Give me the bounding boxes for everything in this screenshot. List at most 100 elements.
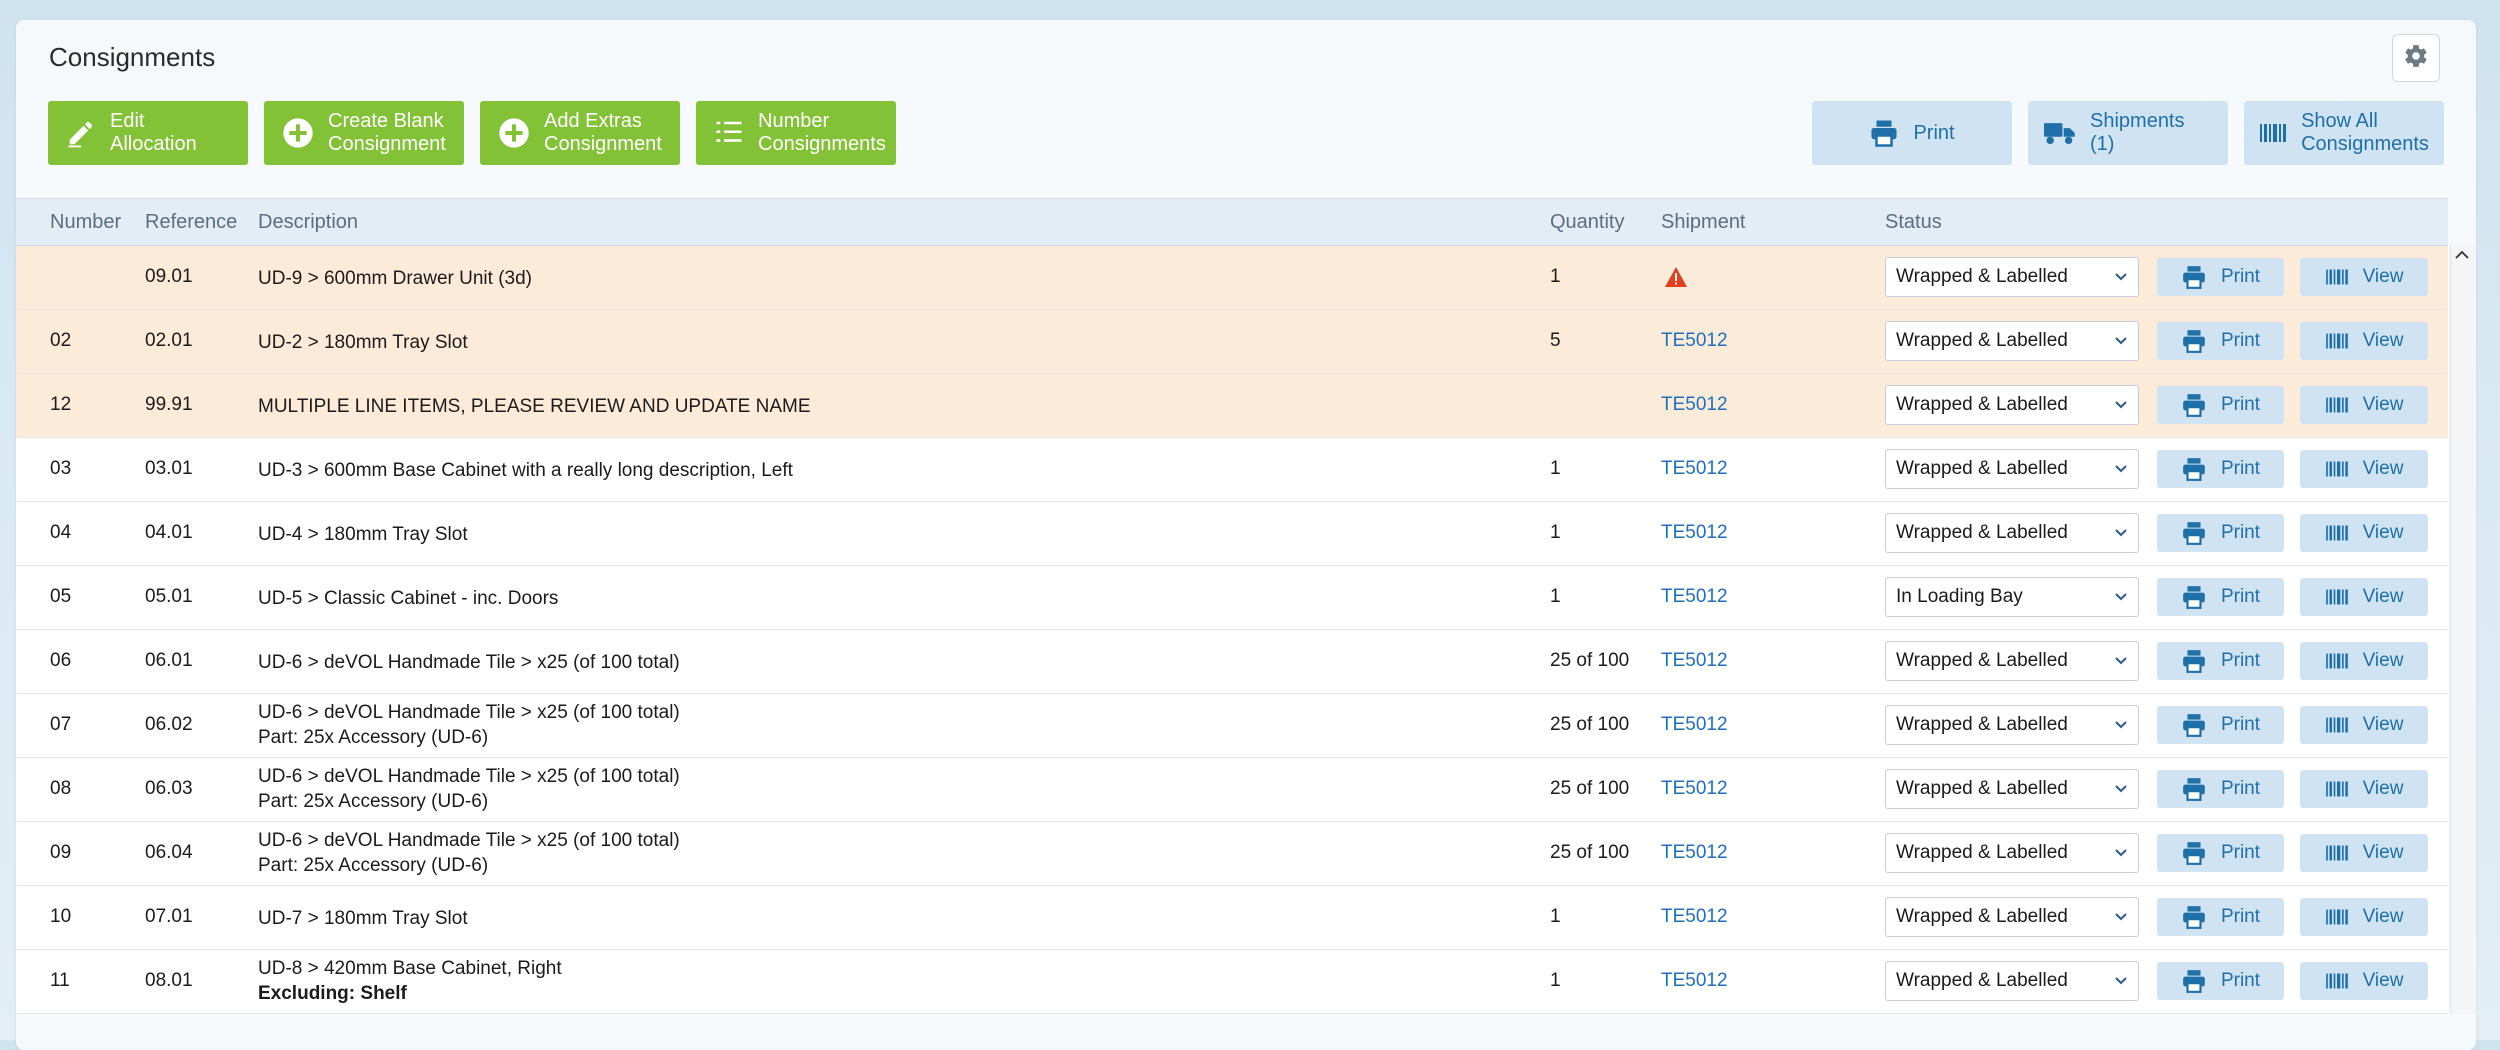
row-shipment-link[interactable]: TE5012 <box>1661 714 1728 736</box>
row-view-button[interactable]: View <box>2300 578 2428 616</box>
row-view-label: View <box>2362 330 2404 351</box>
row-print-button[interactable]: Print <box>2157 706 2284 744</box>
row-view-button[interactable]: View <box>2300 514 2428 552</box>
status-select[interactable]: Wrapped & Labelled <box>1885 769 2139 809</box>
row-print-button[interactable]: Print <box>2157 578 2284 616</box>
scrollbar[interactable] <box>2450 244 2475 1014</box>
chevron-down-icon <box>2114 778 2128 800</box>
row-view-button[interactable]: View <box>2300 386 2428 424</box>
row-view-button[interactable]: View <box>2300 258 2428 296</box>
row-description: UD-3 > 600mm Base Cabinet with a really … <box>258 458 793 483</box>
shipments-button[interactable]: Shipments (1) <box>2028 101 2228 165</box>
row-print-button[interactable]: Print <box>2157 450 2284 488</box>
printer-icon <box>2181 840 2207 866</box>
status-select[interactable]: Wrapped & Labelled <box>1885 449 2139 489</box>
printer-icon <box>2181 456 2207 482</box>
row-print-button[interactable]: Print <box>2157 834 2284 872</box>
row-shipment-link[interactable]: TE5012 <box>1661 330 1728 352</box>
printer-icon <box>1869 118 1899 148</box>
row-view-label: View <box>2362 778 2404 799</box>
row-shipment-link[interactable]: TE5012 <box>1661 458 1728 480</box>
row-view-label: View <box>2362 714 2404 735</box>
row-shipment-link[interactable]: TE5012 <box>1661 906 1728 928</box>
row-description: UD-6 > deVOL Handmade Tile > x25 (of 100… <box>258 700 680 750</box>
barcode-icon <box>2325 907 2349 927</box>
row-print-button[interactable]: Print <box>2157 386 2284 424</box>
status-select[interactable]: Wrapped & Labelled <box>1885 961 2139 1001</box>
status-select[interactable]: Wrapped & Labelled <box>1885 897 2139 937</box>
row-description-line2: Part: 25x Accessory (UD-6) <box>258 855 489 876</box>
table-header: Number Reference Description Quantity Sh… <box>16 198 2448 246</box>
status-select[interactable]: Wrapped & Labelled <box>1885 257 2139 297</box>
row-print-button[interactable]: Print <box>2157 962 2284 1000</box>
row-print-button[interactable]: Print <box>2157 642 2284 680</box>
row-view-button[interactable]: View <box>2300 450 2428 488</box>
status-select[interactable]: Wrapped & Labelled <box>1885 513 2139 553</box>
row-print-button[interactable]: Print <box>2157 514 2284 552</box>
number-consignments-button[interactable]: Number Consignments <box>696 101 896 165</box>
status-value: Wrapped & Labelled <box>1896 778 2068 799</box>
scroll-up-button[interactable] <box>2452 246 2472 266</box>
settings-button[interactable] <box>2392 34 2440 82</box>
row-print-label: Print <box>2220 842 2261 863</box>
row-number: 06 <box>50 650 72 671</box>
printer-icon <box>2181 520 2207 546</box>
row-view-button[interactable]: View <box>2300 770 2428 808</box>
status-select[interactable]: In Loading Bay <box>1885 577 2139 617</box>
status-value: In Loading Bay <box>1896 586 2023 607</box>
row-print-button[interactable]: Print <box>2157 258 2284 296</box>
barcode-icon <box>2325 971 2349 991</box>
row-description-line1: UD-3 > 600mm Base Cabinet with a really … <box>258 460 793 481</box>
row-shipment-link[interactable]: TE5012 <box>1661 778 1728 800</box>
row-shipment-link[interactable]: TE5012 <box>1661 394 1728 416</box>
row-view-label: View <box>2362 458 2404 479</box>
row-description-line1: UD-4 > 180mm Tray Slot <box>258 524 468 545</box>
status-select[interactable]: Wrapped & Labelled <box>1885 833 2139 873</box>
row-description-line1: UD-6 > deVOL Handmade Tile > x25 (of 100… <box>258 830 680 851</box>
row-print-button[interactable]: Print <box>2157 770 2284 808</box>
row-reference: 06.02 <box>145 714 193 735</box>
edit-allocation-label: Edit Allocation <box>110 110 197 155</box>
row-shipment-link[interactable]: TE5012 <box>1661 970 1728 992</box>
row-description-line1: UD-5 > Classic Cabinet - inc. Doors <box>258 588 559 609</box>
row-shipment-link[interactable]: TE5012 <box>1661 842 1728 864</box>
row-view-button[interactable]: View <box>2300 322 2428 360</box>
row-shipment-link[interactable]: TE5012 <box>1661 650 1728 672</box>
row-quantity: 1 <box>1550 266 1561 287</box>
add-extras-label: Add Extras Consignment <box>544 110 662 155</box>
table-row: 09 06.04 UD-6 > deVOL Handmade Tile > x2… <box>16 822 2448 886</box>
table-row: 05 05.01 UD-5 > Classic Cabinet - inc. D… <box>16 566 2448 630</box>
col-quantity: Quantity <box>1550 211 1625 233</box>
add-extras-consignment-button[interactable]: Add Extras Consignment <box>480 101 680 165</box>
row-view-button[interactable]: View <box>2300 962 2428 1000</box>
row-quantity: 1 <box>1550 458 1561 479</box>
row-view-button[interactable]: View <box>2300 834 2428 872</box>
row-quantity: 1 <box>1550 586 1561 607</box>
table-row: 12 99.91 MULTIPLE LINE ITEMS, PLEASE REV… <box>16 374 2448 438</box>
pencil-icon <box>66 118 96 148</box>
row-view-button[interactable]: View <box>2300 898 2428 936</box>
row-shipment-link[interactable]: TE5012 <box>1661 522 1728 544</box>
table-row: 06 06.01 UD-6 > deVOL Handmade Tile > x2… <box>16 630 2448 694</box>
truck-icon <box>2044 120 2076 146</box>
status-select[interactable]: Wrapped & Labelled <box>1885 705 2139 745</box>
show-all-consignments-button[interactable]: Show All Consignments <box>2244 101 2444 165</box>
row-print-button[interactable]: Print <box>2157 322 2284 360</box>
create-blank-consignment-button[interactable]: Create Blank Consignment <box>264 101 464 165</box>
chevron-down-icon <box>2114 330 2128 352</box>
row-description-line2: Part: 25x Accessory (UD-6) <box>258 791 489 812</box>
edit-allocation-button[interactable]: Edit Allocation <box>48 101 248 165</box>
status-select[interactable]: Wrapped & Labelled <box>1885 641 2139 681</box>
status-select[interactable]: Wrapped & Labelled <box>1885 385 2139 425</box>
row-print-button[interactable]: Print <box>2157 898 2284 936</box>
print-all-button[interactable]: Print <box>1812 101 2012 165</box>
status-select[interactable]: Wrapped & Labelled <box>1885 321 2139 361</box>
plus-circle-icon <box>282 117 314 149</box>
row-shipment-link[interactable]: TE5012 <box>1661 586 1728 608</box>
row-view-button[interactable]: View <box>2300 706 2428 744</box>
row-print-label: Print <box>2220 714 2261 735</box>
row-view-button[interactable]: View <box>2300 642 2428 680</box>
table-row: 03 03.01 UD-3 > 600mm Base Cabinet with … <box>16 438 2448 502</box>
row-description-line1: UD-7 > 180mm Tray Slot <box>258 908 468 929</box>
page-title: Consignments <box>49 42 216 72</box>
